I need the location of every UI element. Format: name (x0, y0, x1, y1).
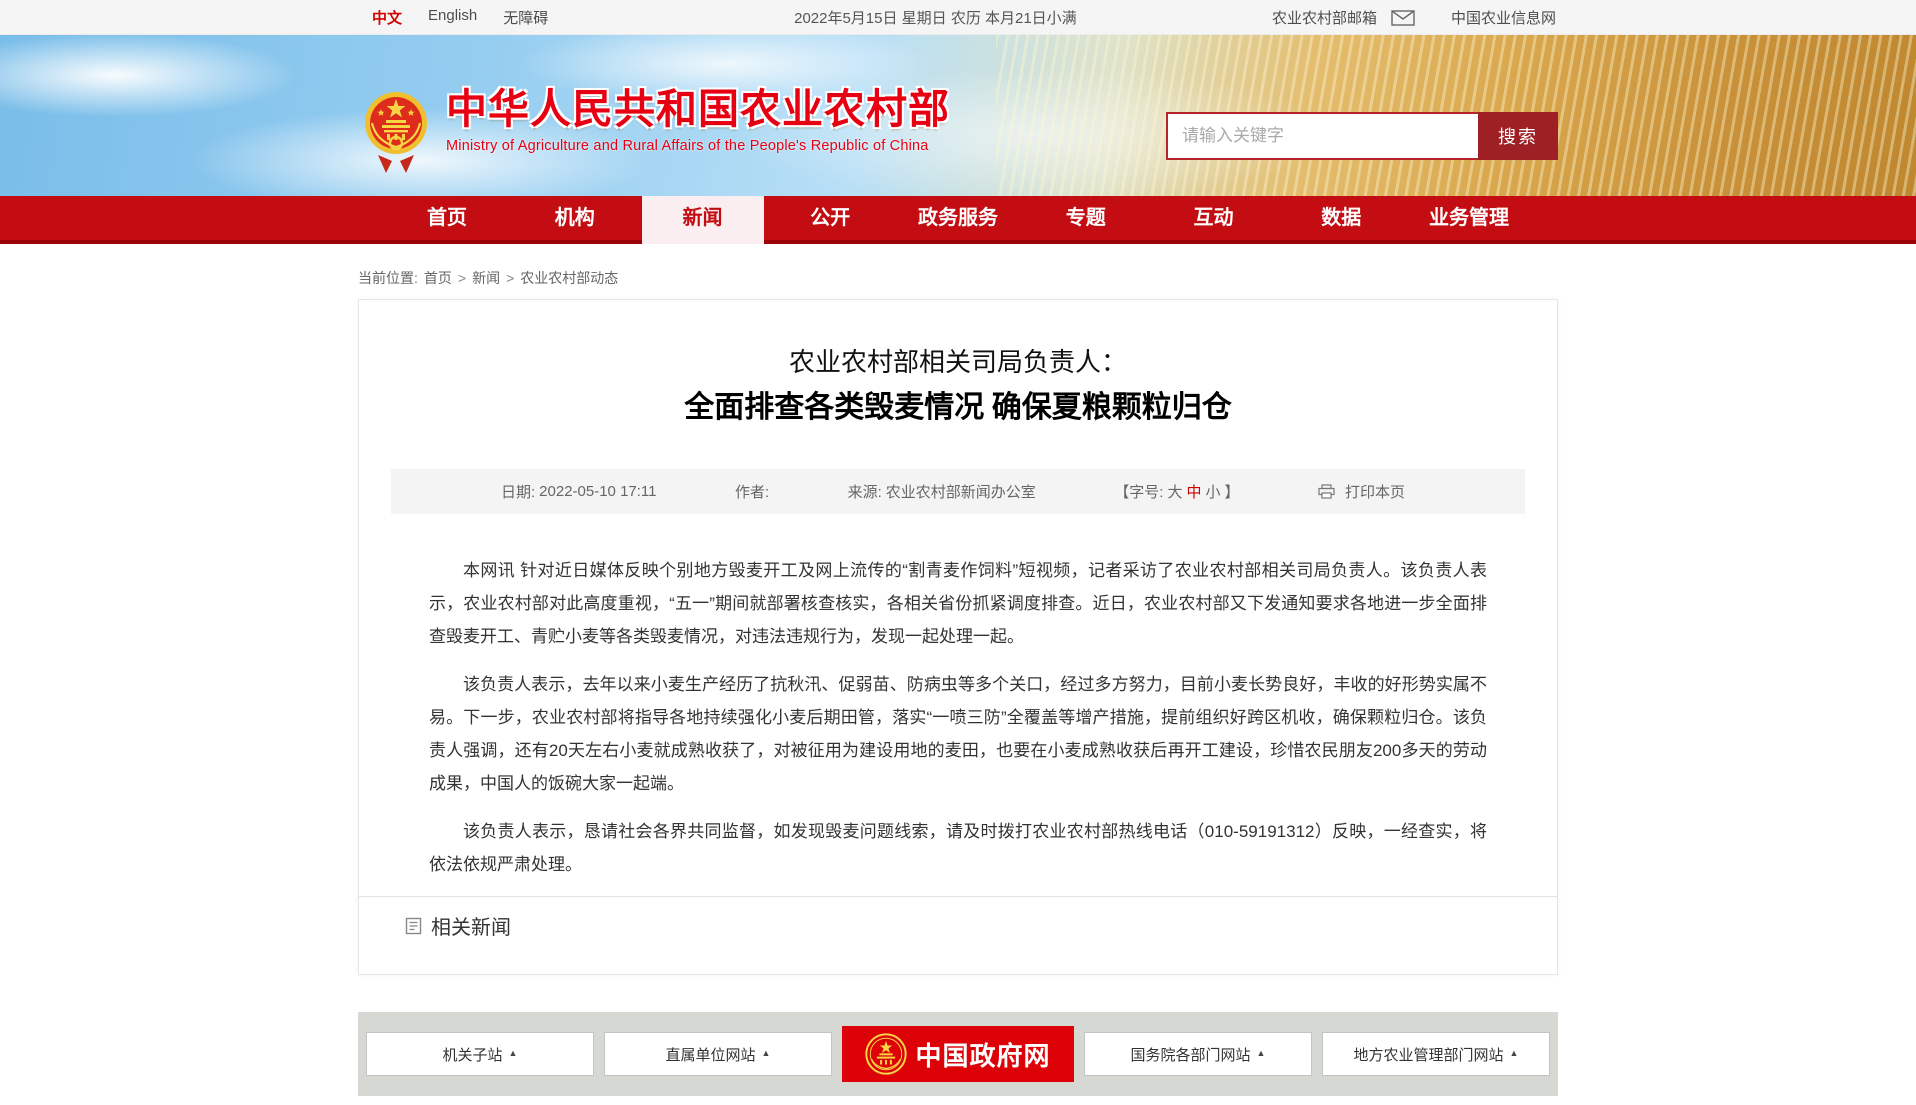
article-paragraph: 该负责人表示，恳请社会各界共同监督，如发现毁麦问题线索，请及时拨打农业农村部热线… (429, 815, 1487, 881)
mail-icon[interactable] (1391, 10, 1415, 26)
meta-date-value: 2022-05-10 17:11 (539, 483, 656, 500)
nav-item-topics[interactable]: 专题 (1025, 196, 1147, 244)
meta-author: 作者: (735, 481, 769, 502)
footer-sub-sites-button[interactable]: 机关子站 ▲ (366, 1032, 594, 1076)
breadcrumb-link-home[interactable]: 首页 (424, 268, 452, 288)
caret-up-icon: ▲ (1257, 1048, 1266, 1058)
caret-up-icon: ▲ (509, 1048, 518, 1058)
mailbox-link[interactable]: 农业农村部邮箱 (1272, 7, 1377, 28)
font-size-large-button[interactable]: 大 (1167, 481, 1182, 502)
caret-up-icon: ▲ (1510, 1048, 1519, 1058)
footer-state-council-depts-button[interactable]: 国务院各部门网站 ▲ (1084, 1032, 1312, 1076)
breadcrumb: 当前位置: 首页 > 新闻 > 农业农村部动态 (358, 268, 1558, 288)
language-switcher: 中文 English 无障碍 (358, 7, 548, 28)
footer-local-agri-depts-button[interactable]: 地方农业管理部门网站 ▲ (1322, 1032, 1550, 1076)
related-news-section: 相关新闻 (359, 896, 1557, 974)
breadcrumb-separator: > (458, 270, 466, 286)
nav-item-data[interactable]: 数据 (1280, 196, 1402, 244)
nav-item-news[interactable]: 新闻 (642, 196, 764, 244)
search-bar: 搜索 (1166, 112, 1558, 160)
article-card: 农业农村部相关司局负责人： 全面排查各类毁麦情况 确保夏粮颗粒归仓 日期: 20… (358, 299, 1558, 975)
meta-date: 日期: 2022-05-10 17:11 (501, 481, 657, 502)
breadcrumb-link-news[interactable]: 新闻 (472, 268, 500, 288)
article-paragraph: 该负责人表示，去年以来小麦生产经历了抗秋汛、促弱苗、防病虫等多个关口，经过多方努… (429, 668, 1487, 800)
nav-item-gov-services[interactable]: 政务服务 (897, 196, 1019, 244)
related-news-icon (405, 917, 422, 935)
article-meta-bar: 日期: 2022-05-10 17:11 作者: 来源: 农业农村部新闻办公室 … (391, 469, 1525, 514)
breadcrumb-prefix: 当前位置: (358, 268, 418, 288)
footer-gov-site-link[interactable]: 中国政府网 (842, 1026, 1074, 1082)
article-body: 本网讯 针对近日媒体反映个别地方毁麦开工及网上流传的“割青麦作饲料”短视频，记者… (359, 554, 1557, 881)
font-size-medium-button[interactable]: 中 (1186, 481, 1201, 502)
font-size-small-button[interactable]: 小 (1205, 481, 1220, 502)
header-banner: 中华人民共和国农业农村部 Ministry of Agriculture and… (0, 35, 1916, 196)
article-title-line1: 农业农村部相关司局负责人： (359, 346, 1557, 380)
print-icon (1318, 484, 1335, 499)
related-news-title: 相关新闻 (431, 911, 511, 940)
search-input[interactable] (1166, 112, 1478, 160)
font-size-switcher: 【字号: 大 中 小 】 (1114, 481, 1239, 502)
caret-up-icon: ▲ (762, 1048, 771, 1058)
footer-affiliated-sites-button[interactable]: 直属单位网站 ▲ (604, 1032, 832, 1076)
utility-topbar: 中文 English 无障碍 2022年5月15日 星期日 农历 本月21日小满… (0, 0, 1916, 35)
accessibility-link[interactable]: 无障碍 (503, 7, 548, 28)
breadcrumb-separator: > (506, 270, 514, 286)
national-emblem-logo (364, 77, 428, 177)
article-paragraph: 本网讯 针对近日媒体反映个别地方毁麦开工及网上流传的“割青麦作饲料”短视频，记者… (429, 554, 1487, 653)
date-text: 2022年5月15日 星期日 农历 本月21日小满 (794, 7, 1077, 28)
nav-item-disclosure[interactable]: 公开 (769, 196, 891, 244)
agri-info-site-link[interactable]: 中国农业信息网 (1451, 7, 1556, 28)
meta-source: 来源: 农业农村部新闻办公室 (848, 481, 1036, 502)
nav-item-business-management[interactable]: 业务管理 (1408, 196, 1530, 244)
nav-item-organization[interactable]: 机构 (514, 196, 636, 244)
search-button[interactable]: 搜索 (1478, 112, 1558, 160)
lang-zh-link[interactable]: 中文 (372, 7, 402, 28)
article-title-line2: 全面排查各类毁麦情况 确保夏粮颗粒归仓 (359, 389, 1557, 427)
main-nav: 首页 机构 新闻 公开 政务服务 专题 互动 数据 业务管理 (0, 196, 1916, 244)
lang-en-link[interactable]: English (428, 7, 477, 28)
footer-link-bar: 机关子站 ▲ 直属单位网站 ▲ (358, 1012, 1558, 1096)
print-page-button[interactable]: 打印本页 (1318, 481, 1405, 502)
nav-item-home[interactable]: 首页 (386, 196, 508, 244)
meta-source-value: 农业农村部新闻办公室 (886, 481, 1036, 502)
nav-item-interaction[interactable]: 互动 (1153, 196, 1275, 244)
site-title: 中华人民共和国农业农村部 (446, 87, 950, 131)
site-subtitle: Ministry of Agriculture and Rural Affair… (446, 138, 950, 154)
breadcrumb-link-dynamics[interactable]: 农业农村部动态 (520, 268, 618, 288)
gov-emblem-icon (865, 1033, 907, 1075)
